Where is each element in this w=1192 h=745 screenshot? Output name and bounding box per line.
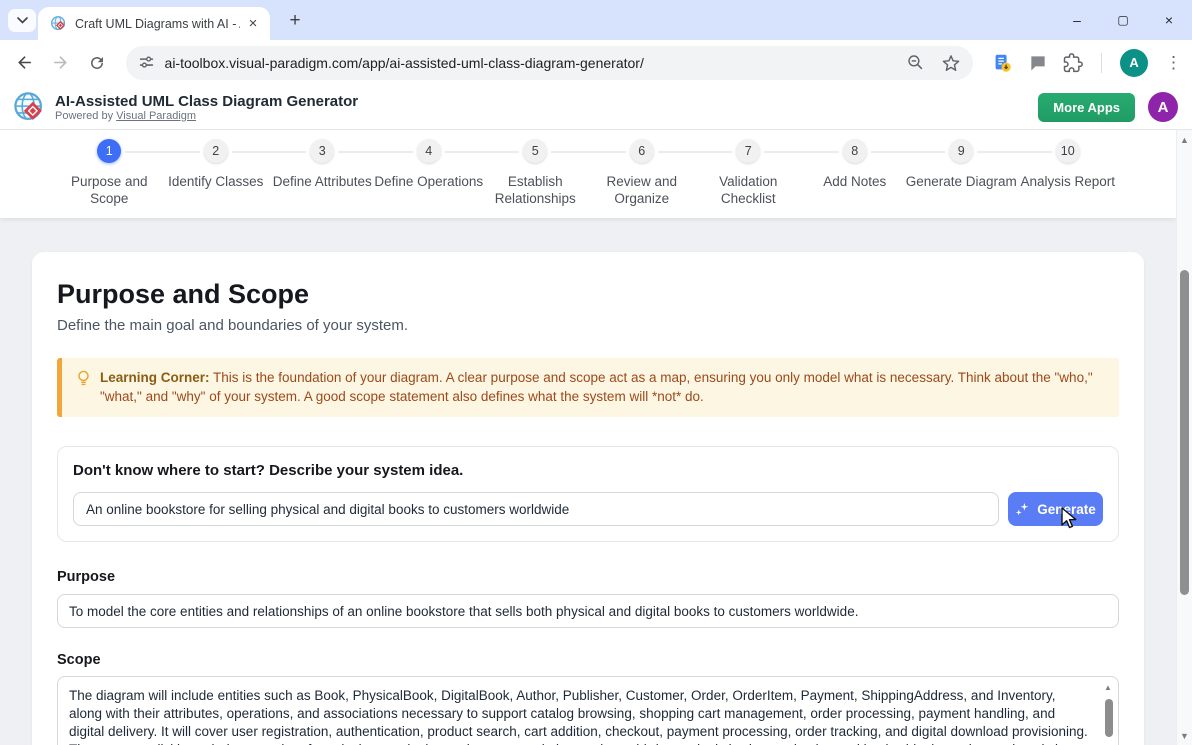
step-label: Purpose and Scope [51, 173, 167, 207]
lightbulb-icon [76, 370, 91, 406]
tab-close-icon[interactable]: × [244, 15, 262, 33]
page-scrollbar[interactable]: ▲ ▼ [1176, 130, 1192, 745]
bookmark-star-icon[interactable] [941, 53, 961, 73]
browser-titlebar: Craft UML Diagrams with AI - A × + – ▢ × [0, 0, 1192, 40]
extensions-icon[interactable] [1063, 53, 1083, 73]
scroll-up-icon[interactable]: ▲ [1104, 683, 1112, 692]
step-label: Define Operations [371, 173, 487, 190]
minimize-button[interactable]: – [1054, 0, 1100, 40]
scope-textarea[interactable]: The diagram will include entities such a… [57, 676, 1119, 745]
step-number: 3 [310, 139, 334, 163]
generate-label: Generate [1037, 502, 1096, 517]
toolbar-divider [1101, 53, 1102, 73]
visual-paradigm-link[interactable]: Visual Paradigm [116, 110, 196, 122]
step-wizard: 1Purpose and Scope 2Identify Classes 3De… [0, 130, 1176, 218]
stepper-step-add-notes[interactable]: 8Add Notes [802, 139, 909, 207]
step-label: Add Notes [797, 173, 913, 190]
visual-paradigm-favicon [50, 15, 67, 32]
page-content: 1Purpose and Scope 2Identify Classes 3De… [0, 130, 1176, 745]
stepper-step-generate-diagram[interactable]: 9Generate Diagram [908, 139, 1015, 207]
page-title: Purpose and Scope [57, 278, 1119, 310]
scope-scrollbar[interactable]: ▲ [1103, 681, 1115, 745]
browser-toolbar: ai-toolbox.visual-paradigm.com/app/ai-as… [0, 40, 1192, 85]
browser-menu-icon[interactable]: ⋮ [1165, 53, 1182, 73]
step-number: 1 [97, 139, 121, 163]
step-label: Analysis Report [1010, 173, 1126, 190]
scope-label: Scope [57, 652, 1119, 668]
stepper-step-purpose-and-scope[interactable]: 1Purpose and Scope [56, 139, 163, 207]
reading-list-icon[interactable] [991, 52, 1013, 74]
close-button[interactable]: × [1146, 0, 1192, 40]
describe-panel: Don't know where to start? Describe your… [57, 446, 1119, 542]
stepper-step-validation-checklist[interactable]: 7Validation Checklist [695, 139, 802, 207]
reload-button[interactable] [82, 48, 112, 78]
chevron-down-icon [17, 17, 28, 24]
step-number: 9 [949, 139, 973, 163]
comment-icon[interactable] [1028, 53, 1048, 73]
reload-icon [88, 54, 106, 72]
new-tab-button[interactable]: + [282, 9, 308, 33]
back-icon [15, 53, 34, 72]
tab-title: Craft UML Diagrams with AI - A [75, 17, 240, 31]
step-number: 6 [630, 139, 654, 163]
step-label: Identify Classes [158, 173, 274, 190]
system-idea-input[interactable] [73, 492, 999, 526]
more-apps-button[interactable]: More Apps [1038, 93, 1135, 122]
page-scrollbar-thumb[interactable] [1180, 270, 1189, 595]
back-button[interactable] [10, 48, 40, 78]
learning-corner: Learning Corner: This is the foundation … [57, 358, 1119, 417]
app-header: AI-Assisted UML Class Diagram Generator … [0, 85, 1192, 130]
url-bar[interactable]: ai-toolbox.visual-paradigm.com/app/ai-as… [126, 46, 973, 80]
stepper-step-identify-classes[interactable]: 2Identify Classes [163, 139, 270, 207]
scroll-down-icon[interactable]: ▼ [1180, 731, 1189, 741]
scroll-up-icon[interactable]: ▲ [1180, 135, 1189, 145]
step-number: 8 [843, 139, 867, 163]
page-subtitle: Define the main goal and boundaries of y… [57, 317, 1119, 334]
step-label: Generate Diagram [903, 173, 1019, 190]
stepper-step-define-operations[interactable]: 4Define Operations [376, 139, 483, 207]
step-number: 5 [523, 139, 547, 163]
zoom-icon[interactable] [906, 53, 925, 72]
purpose-label: Purpose [57, 569, 1119, 585]
stepper-step-analysis-report[interactable]: 10Analysis Report [1015, 139, 1122, 207]
stepper-step-establish-relationships[interactable]: 5Establish Relationships [482, 139, 589, 207]
main-card: Purpose and Scope Define the main goal a… [32, 252, 1144, 745]
describe-heading: Don't know where to start? Describe your… [73, 462, 1103, 479]
forward-button[interactable] [46, 48, 76, 78]
step-label: Establish Relationships [477, 173, 593, 207]
browser-profile-avatar[interactable]: A [1120, 49, 1148, 77]
step-label: Review and Organize [584, 173, 700, 207]
step-number: 4 [417, 139, 441, 163]
maximize-button[interactable]: ▢ [1100, 0, 1146, 40]
sparkles-icon [1015, 502, 1030, 517]
site-settings-icon[interactable] [138, 54, 155, 71]
learning-corner-text: Learning Corner: This is the foundation … [100, 369, 1103, 406]
powered-by: Powered by Visual Paradigm [55, 110, 358, 122]
toolbar-extensions-area: A ⋮ [991, 49, 1192, 77]
visual-paradigm-logo [12, 90, 46, 124]
app-title: AI-Assisted UML Class Diagram Generator [55, 93, 358, 110]
stepper-step-review-and-organize[interactable]: 6Review and Organize [589, 139, 696, 207]
scope-scrollbar-thumb[interactable] [1105, 699, 1113, 737]
browser-tab[interactable]: Craft UML Diagrams with AI - A × [38, 7, 270, 40]
stepper-step-define-attributes[interactable]: 3Define Attributes [269, 139, 376, 207]
forward-icon [51, 53, 70, 72]
generate-button[interactable]: Generate [1008, 492, 1103, 526]
app-user-avatar[interactable]: A [1148, 92, 1178, 122]
step-label: Validation Checklist [690, 173, 806, 207]
step-number: 7 [736, 139, 760, 163]
step-number: 2 [204, 139, 228, 163]
tab-search-button[interactable] [8, 9, 36, 32]
url-text[interactable]: ai-toolbox.visual-paradigm.com/app/ai-as… [165, 55, 644, 71]
step-label: Define Attributes [264, 173, 380, 190]
purpose-input[interactable] [57, 594, 1119, 628]
step-number: 10 [1056, 139, 1080, 163]
window-controls: – ▢ × [1054, 0, 1192, 40]
